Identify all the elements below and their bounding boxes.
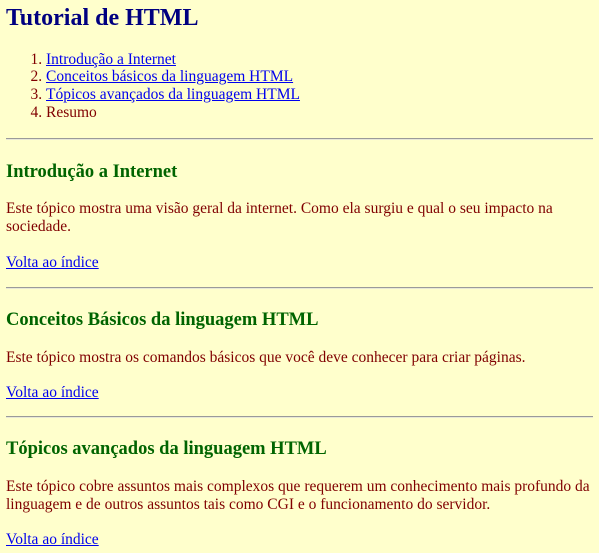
toc-link-conceitos[interactable]: Conceitos básicos da linguagem HTML (46, 68, 293, 85)
section-heading: Introdução a Internet (6, 162, 178, 183)
toc-item-conceitos: Conceitos básicos da linguagem HTML (46, 68, 593, 86)
page-title: Tutorial de HTML (6, 5, 199, 31)
section-heading: Tópicos avançados da linguagem HTML (6, 439, 327, 460)
section-heading: Conceitos Básicos da linguagem HTML (6, 309, 319, 330)
section-description: Este tópico mostra os comandos básicos q… (6, 348, 526, 366)
section-topicos-avancados: Tópicos avançados da linguagem HTML Este… (6, 438, 593, 549)
back-to-index-link[interactable]: Volta ao índice (6, 531, 99, 548)
section-description: Este tópico mostra uma visão geral da in… (6, 200, 553, 236)
back-to-index-link[interactable]: Volta ao índice (6, 384, 99, 401)
table-of-contents: Introdução a Internet Conceitos básicos … (6, 51, 593, 121)
back-to-index-link[interactable]: Volta ao índice (6, 254, 99, 271)
toc-link-topicos-avancados[interactable]: Tópicos avançados da linguagem HTML (46, 86, 300, 103)
toc-item-resumo: Resumo (46, 104, 593, 122)
section-divider (6, 138, 593, 141)
section-introducao: Introdução a Internet Este tópico mostra… (6, 161, 593, 272)
section-conceitos: Conceitos Básicos da linguagem HTML Este… (6, 309, 593, 402)
section-divider (6, 286, 593, 289)
page-content: Tutorial de HTML Introdução a Internet C… (0, 0, 599, 549)
toc-item-topicos-avancados: Tópicos avançados da linguagem HTML (46, 86, 593, 104)
toc-item-introducao: Introdução a Internet (46, 51, 593, 69)
toc-link-introducao[interactable]: Introdução a Internet (46, 51, 176, 68)
section-description: Este tópico cobre assuntos mais complexo… (6, 478, 590, 514)
section-divider (6, 416, 593, 419)
